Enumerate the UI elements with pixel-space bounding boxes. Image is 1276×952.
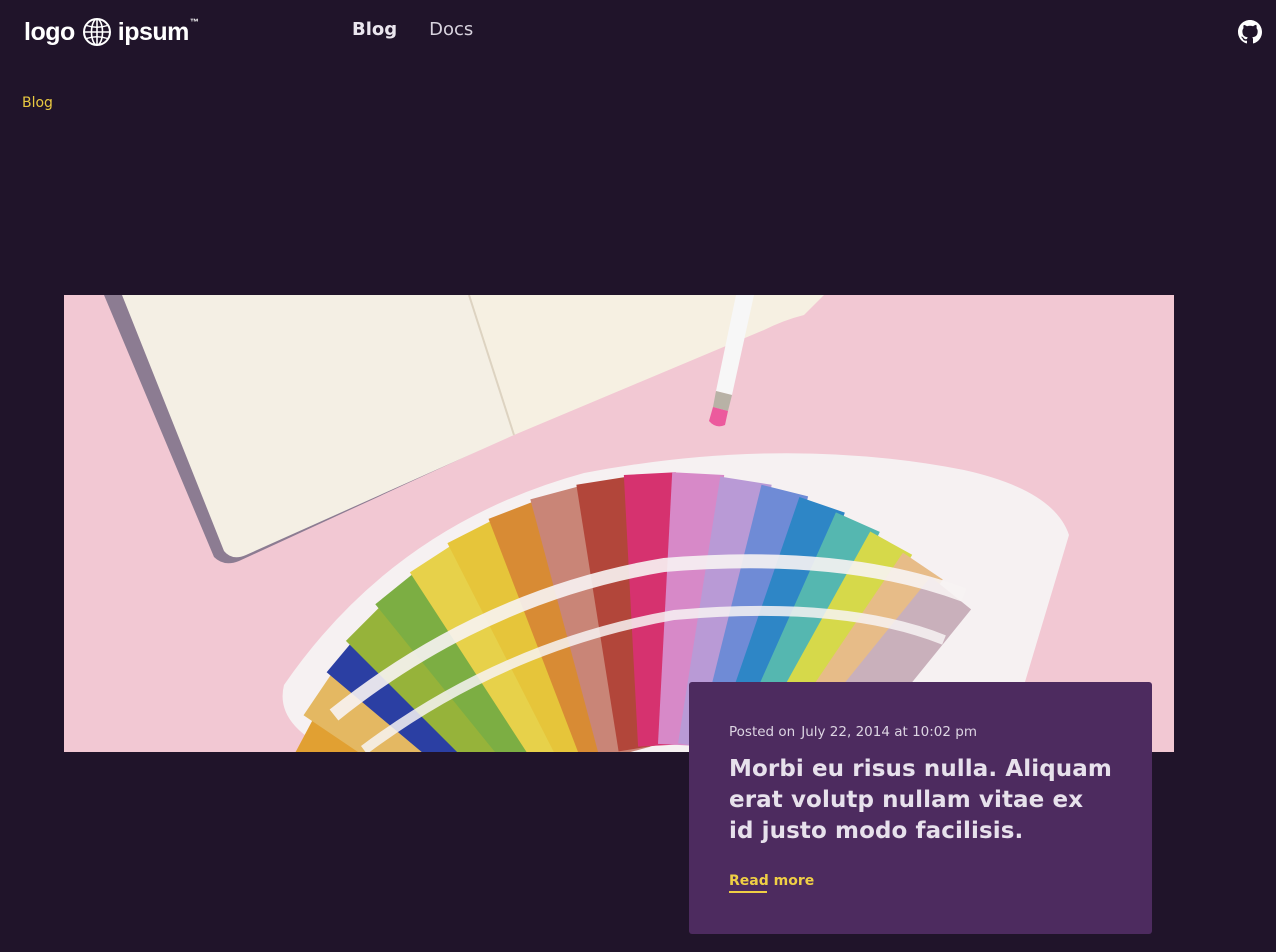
- site-header: logo ipsum ™ Blog Docs: [0, 0, 1276, 64]
- logo-text-right: ipsum: [117, 17, 190, 46]
- posted-label: Posted on: [729, 724, 796, 740]
- logo-text-left: logo: [24, 17, 75, 46]
- globe-icon: [82, 18, 111, 46]
- read-more-link[interactable]: Read more: [729, 873, 814, 893]
- post-date: July 22, 2014 at 10:02 pm: [801, 724, 977, 740]
- post-title[interactable]: Morbi eu risus nulla. Aliquam erat volut…: [729, 754, 1112, 847]
- logo-trademark: ™: [189, 17, 199, 27]
- nav-item-docs[interactable]: Docs: [429, 19, 473, 40]
- breadcrumb-blog[interactable]: Blog: [22, 95, 53, 111]
- post-card: Posted on July 22, 2014 at 10:02 pm Morb…: [689, 682, 1152, 934]
- nav-item-blog[interactable]: Blog: [352, 19, 397, 40]
- github-icon[interactable]: [1238, 20, 1262, 44]
- site-logo[interactable]: logo ipsum ™: [24, 15, 199, 49]
- main-nav: Blog Docs: [352, 19, 473, 40]
- post-meta: Posted on July 22, 2014 at 10:02 pm: [729, 724, 1112, 740]
